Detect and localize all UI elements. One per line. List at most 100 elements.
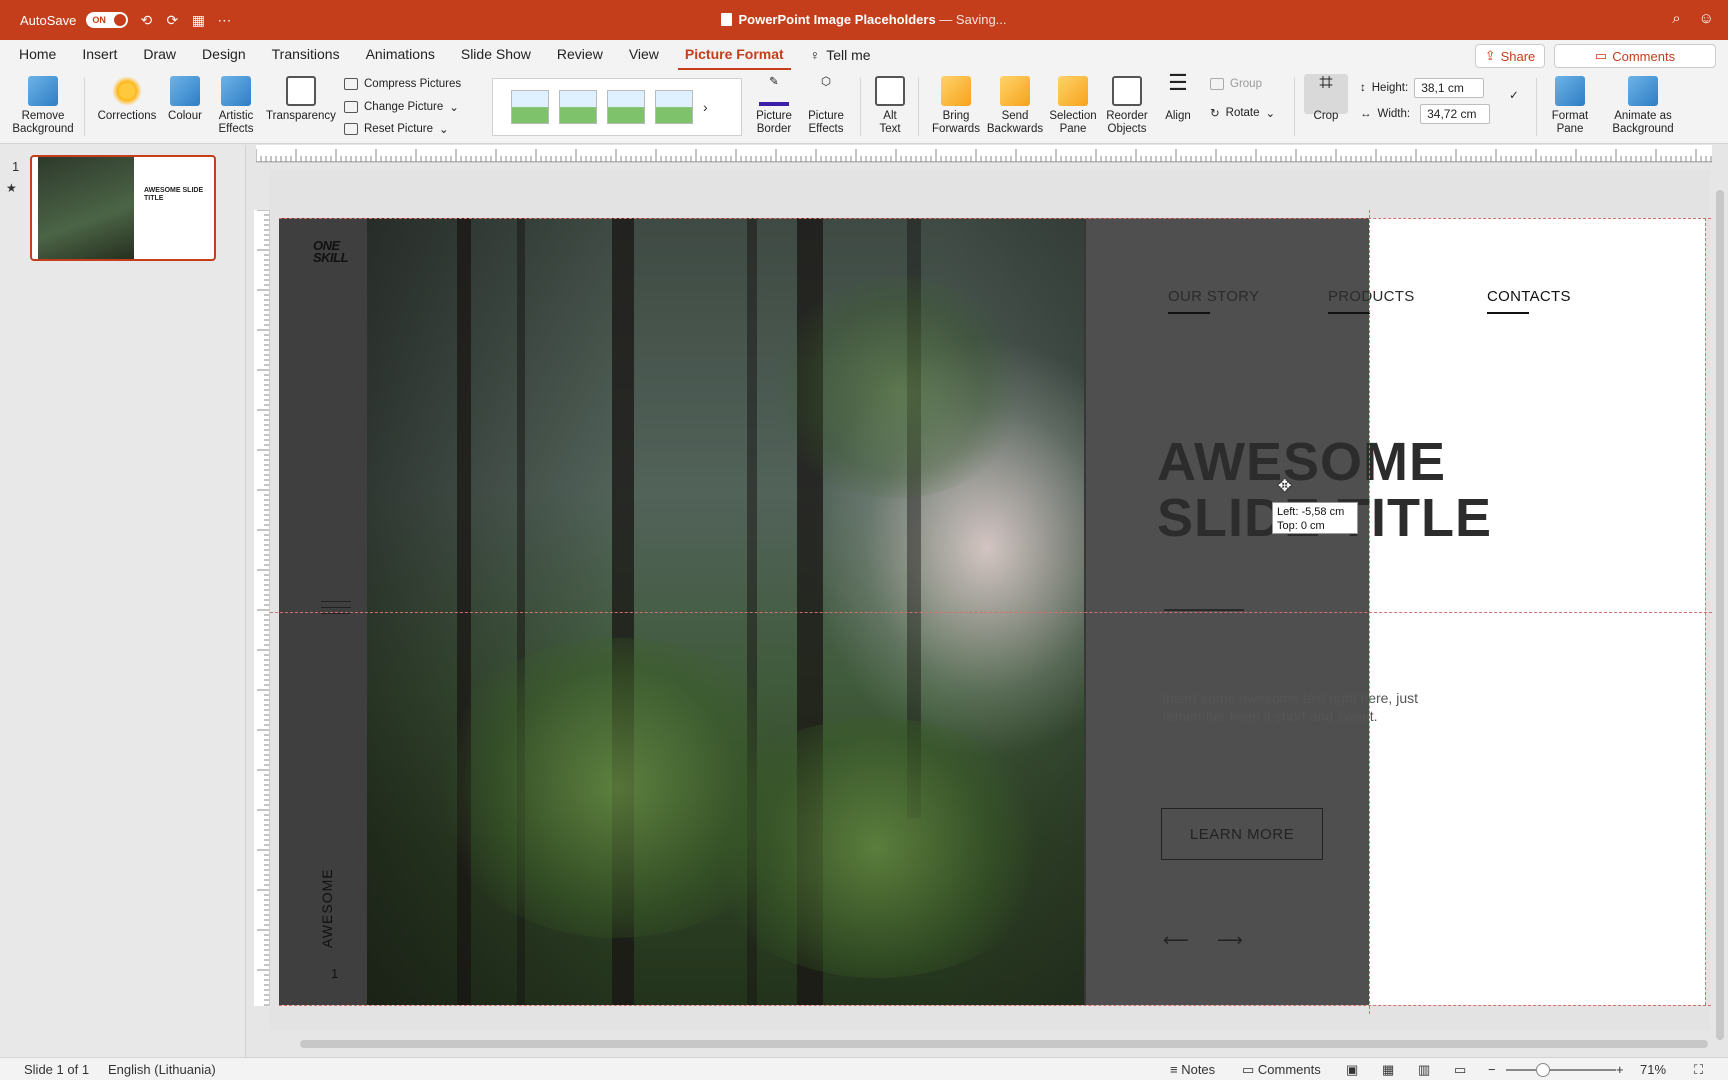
- remove-background-button[interactable]: Remove Background: [10, 76, 76, 136]
- guide-center-horizontal: [270, 612, 1712, 613]
- bring-forwards-icon: [941, 76, 971, 106]
- send-backwards-icon: [1000, 76, 1030, 106]
- corrections-button[interactable]: Corrections: [94, 76, 160, 123]
- notes-button[interactable]: ≡ Notes: [1170, 1062, 1215, 1077]
- animate-as-background-button[interactable]: Animate as Background: [1602, 76, 1684, 136]
- reorder-objects-icon: [1112, 76, 1142, 106]
- tab-transitions[interactable]: Transitions: [265, 40, 347, 70]
- picture-style-thumbnail[interactable]: [559, 90, 597, 124]
- send-backwards-button[interactable]: Send Backwards: [984, 76, 1046, 136]
- zoom-slider-handle[interactable]: [1536, 1063, 1550, 1077]
- compress-pictures-button[interactable]: Compress Pictures: [344, 78, 461, 90]
- artistic-effects-button[interactable]: Artistic Effects: [212, 76, 260, 136]
- change-picture-button[interactable]: Change Picture ⌄: [344, 100, 459, 114]
- bring-forwards-button[interactable]: Bring Forwards: [926, 76, 986, 136]
- lock-aspect-checkbox[interactable]: ✓: [1506, 90, 1522, 103]
- slide-thumbnail[interactable]: AWESOME SLIDE TITLE: [30, 155, 216, 261]
- colour-button[interactable]: Colour: [162, 76, 208, 123]
- normal-view-icon[interactable]: ▣: [1346, 1062, 1358, 1078]
- horizontal-ruler: [256, 145, 1712, 163]
- horizontal-scrollbar[interactable]: [300, 1040, 1708, 1048]
- tab-picture-format[interactable]: Picture Format: [677, 40, 791, 70]
- format-pane-button[interactable]: Format Pane: [1544, 76, 1596, 136]
- align-button[interactable]: ☰ Align: [1156, 70, 1200, 123]
- selection-pane-button[interactable]: Selection Pane: [1046, 76, 1100, 136]
- zoom-in-icon[interactable]: +: [1616, 1062, 1624, 1077]
- picture-effects-button[interactable]: ⬡ Picture Effects: [800, 76, 852, 136]
- hamburger-menu-icon[interactable]: [321, 601, 351, 619]
- height-input[interactable]: 38,1 cm: [1414, 78, 1485, 98]
- reorder-objects-button[interactable]: Reorder Objects: [1100, 76, 1154, 136]
- ribbon-separator: [918, 78, 919, 136]
- slide-page-number: 1: [331, 966, 339, 981]
- tab-design[interactable]: Design: [195, 40, 253, 70]
- slide-thumbnails-pane: 1 ★ AWESOME SLIDE TITLE: [0, 145, 246, 1057]
- comment-icon: ▭: [1594, 48, 1608, 63]
- comments-button[interactable]: ▭ Comments: [1554, 44, 1716, 68]
- nav-products: PRODUCTS: [1328, 288, 1415, 314]
- slide-sorter-icon[interactable]: ▦: [1382, 1062, 1394, 1078]
- redo-icon[interactable]: ⟳: [164, 12, 180, 28]
- arrange-icon[interactable]: ▦: [190, 12, 206, 28]
- zoom-level[interactable]: 71%: [1640, 1062, 1666, 1077]
- tab-draw[interactable]: Draw: [136, 40, 183, 70]
- picture-style-thumbnail[interactable]: [607, 90, 645, 124]
- search-icon[interactable]: ⌕: [1672, 10, 1680, 27]
- picture-styles-gallery: ›: [492, 78, 742, 136]
- zoom-slider[interactable]: [1506, 1069, 1616, 1071]
- corrections-sun-icon: [112, 76, 142, 106]
- nav-our-story: OUR STORY: [1168, 288, 1260, 314]
- arrow-right-icon: ⟶: [1217, 930, 1243, 950]
- gallery-next-icon[interactable]: ›: [703, 99, 708, 115]
- autosave-toggle[interactable]: ON: [86, 12, 129, 28]
- language-indicator[interactable]: English (Lithuania): [108, 1062, 216, 1077]
- arrow-left-icon: ⟵: [1163, 930, 1189, 950]
- autosave-label: AutoSave: [20, 12, 77, 28]
- crop-button[interactable]: ⌗ Crop: [1302, 69, 1350, 123]
- chevron-down-icon: ⌄: [1265, 108, 1276, 120]
- slide-body-text[interactable]: Insert some awesome text right here, jus…: [1162, 689, 1462, 725]
- learn-more-button[interactable]: LEARN MORE: [1161, 808, 1323, 860]
- tab-view[interactable]: View: [622, 40, 666, 70]
- comment-icon: ▭: [1242, 1062, 1258, 1077]
- share-button[interactable]: ⇪ Share: [1475, 44, 1545, 68]
- tell-me-search[interactable]: ♀ Tell me: [803, 40, 878, 70]
- tab-insert[interactable]: Insert: [75, 40, 124, 70]
- move-cursor-icon: ✥: [1278, 478, 1292, 495]
- colour-icon: [170, 76, 200, 106]
- ribbon-separator: [84, 78, 85, 136]
- ribbon: Remove Background Corrections Colour Art…: [0, 70, 1728, 144]
- tab-animations[interactable]: Animations: [359, 40, 442, 70]
- width-control: ↔ Width: 34,72 cm: [1360, 104, 1491, 124]
- group-button[interactable]: Group: [1210, 78, 1262, 90]
- feedback-smiley-icon[interactable]: ☺: [1699, 10, 1714, 27]
- align-icon: ☰: [1168, 70, 1188, 95]
- zoom-out-icon[interactable]: −: [1488, 1062, 1496, 1077]
- alt-text-button[interactable]: Alt Text: [868, 76, 912, 136]
- picture-border-button[interactable]: ✎ Picture Border: [748, 76, 800, 136]
- canopy: [767, 278, 1027, 498]
- guide-bottom: [279, 1005, 1711, 1006]
- tab-review[interactable]: Review: [550, 40, 610, 70]
- presenter-view-icon[interactable]: ▭: [1454, 1062, 1466, 1078]
- fit-to-window-icon[interactable]: ⛶: [1694, 1062, 1703, 1078]
- tab-home[interactable]: Home: [12, 40, 63, 70]
- more-icon[interactable]: ⋯: [216, 12, 232, 28]
- rotate-icon: ↻: [1210, 108, 1220, 120]
- vertical-scrollbar[interactable]: [1716, 190, 1724, 1040]
- rotate-button[interactable]: ↻ Rotate ⌄: [1210, 106, 1275, 120]
- tab-slide-show[interactable]: Slide Show: [454, 40, 538, 70]
- transparency-button[interactable]: Transparency: [264, 76, 338, 123]
- undergrowth: [697, 718, 1057, 978]
- status-comments-button[interactable]: ▭ Comments: [1242, 1062, 1321, 1078]
- undo-icon[interactable]: ⟲: [138, 12, 154, 28]
- reading-view-icon[interactable]: ▥: [1418, 1062, 1430, 1078]
- width-input[interactable]: 34,72 cm: [1420, 104, 1491, 124]
- guide-right: [1705, 218, 1706, 1005]
- slide-counter: Slide 1 of 1: [24, 1062, 90, 1077]
- crop-icon: ⌗: [1319, 69, 1333, 96]
- status-bar: Slide 1 of 1 English (Lithuania) ≡ Notes…: [0, 1057, 1728, 1080]
- reset-picture-button[interactable]: Reset Picture ⌄: [344, 122, 449, 136]
- picture-style-thumbnail[interactable]: [655, 90, 693, 124]
- picture-style-thumbnail[interactable]: [511, 90, 549, 124]
